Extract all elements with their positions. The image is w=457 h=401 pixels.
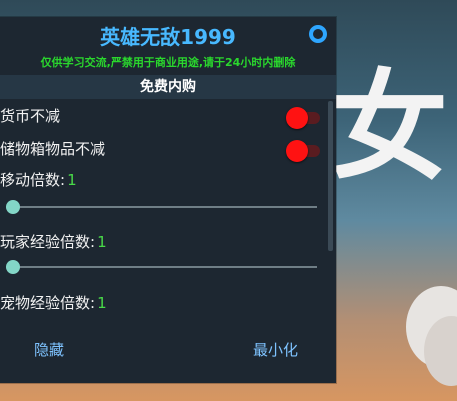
background-glyph: 女 [330,58,449,196]
coins-toggle[interactable] [286,107,320,129]
slider-rail [6,266,317,268]
gear-icon[interactable] [304,20,332,48]
hide-button[interactable]: 隐藏 [34,339,64,360]
slider-thumb[interactable] [6,200,20,214]
game-screen: 女 英雄无敌1999 仅供学习交流,严禁用于商业用途,请于24小时内删除 免费内… [0,0,457,401]
move-multiplier-value: 1 [67,171,77,189]
player-exp-text: 玩家经验倍数: [0,233,96,251]
pet-exp-text: 宠物经验倍数: [0,294,96,312]
toggle-knob [286,107,308,129]
minimize-button[interactable]: 最小化 [253,339,298,360]
storage-toggle[interactable] [286,140,320,162]
move-multiplier-slider[interactable] [6,199,317,215]
move-multiplier-label: 移动倍数: 1 [0,169,77,190]
player-exp-label: 玩家经验倍数: 1 [0,231,107,252]
move-multiplier-text: 移动倍数: [0,171,66,189]
warning-text: 仅供学习交流,严禁用于商业用途,请于24小时内删除 [40,56,296,69]
coins-label: 货币不减 [0,107,61,125]
scrollbar[interactable] [328,101,333,251]
pet-exp-value: 1 [97,294,107,312]
storage-label: 储物箱物品不减 [0,140,106,158]
slider-thumb[interactable] [6,260,20,274]
menu-title: 英雄无敌1999 [100,25,236,49]
toggle-knob [286,140,308,162]
slider-rail [6,206,317,208]
menu-content: 货币不减 储物箱物品不减 移动倍数: 1 玩家经验倍数: 1 宠物经验倍数: 1 [0,99,336,321]
pet-exp-label: 宠物经验倍数: 1 [0,292,107,313]
section-header[interactable]: 免费内购 [0,75,336,99]
player-exp-slider[interactable] [6,259,317,275]
player-exp-value: 1 [97,233,107,251]
mod-menu-panel: 英雄无敌1999 仅供学习交流,严禁用于商业用途,请于24小时内删除 免费内购 … [0,17,336,383]
